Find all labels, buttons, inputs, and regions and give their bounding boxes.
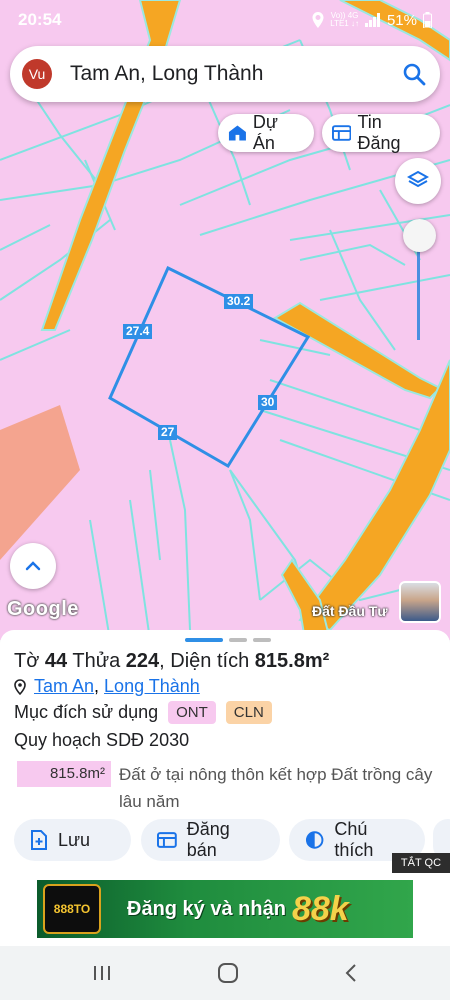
sheet-handle[interactable] [185,638,271,642]
house-icon [228,125,246,141]
ad-text: Đăng ký và nhận [127,897,286,920]
sheet-page-indicator [253,638,271,642]
recent-apps-icon[interactable] [92,964,112,982]
user-avatar[interactable]: Vu [22,59,52,89]
hide-ads-button[interactable]: TẮT QC [392,853,450,873]
district-link[interactable]: Long Thành [104,676,200,696]
listing-icon [332,125,352,141]
zone-salmon [0,405,80,560]
status-bar: 20:54 Vo)) 4G LTE1 ↓↑ 51% [0,0,450,40]
signal-icon [364,13,380,27]
brand-avatar[interactable] [399,581,441,623]
search-bar[interactable]: Vu Tam An, Long Thành [10,46,440,102]
ad-amount: 88k [291,889,349,928]
purpose-tag-cln: CLN [225,701,272,724]
purpose-label: Mục đích sử dụng [14,702,159,722]
purpose-tag-ont: ONT [168,701,216,724]
location-icon [312,12,324,28]
battery-icon [423,12,432,28]
network-indicator: Vo)) 4G LTE1 ↓↑ [330,12,359,28]
status-time: 20:54 [18,10,62,29]
parcel-area: 815.8m² [254,650,330,672]
network-bottom-text: LTE1 ↓↑ [330,19,359,28]
edge-length-left: 27.4 [123,324,153,339]
system-nav-bar [0,946,450,1000]
plot-number: 224 [125,650,160,672]
status-indicators: Vo)) 4G LTE1 ↓↑ 51% [312,12,432,29]
opacity-slider-track[interactable] [417,240,420,340]
sheet-page-indicator [229,638,247,642]
opacity-slider-handle[interactable] [403,219,436,252]
brand-label: Đất Đầu Tư [312,603,388,619]
google-attribution: Google [7,598,79,620]
selected-parcel-outline[interactable] [108,265,311,469]
home-icon[interactable] [217,962,239,984]
listings-chip-label: Tin Đăng [357,112,401,153]
location-separator: , [94,676,105,696]
chevron-up-icon [25,561,41,571]
expand-up-button[interactable] [10,543,56,589]
land-use-purpose: Mục đích sử dụng ONT CLN [14,701,272,724]
ad-creative[interactable]: 888TO Đăng ký và nhận 88k [37,880,413,938]
save-button-label: Lưu [58,829,91,850]
area-prefix: , Diện tích [159,650,250,672]
location-pin-icon [14,678,26,695]
edge-length-top: 30.2 [224,294,254,309]
listings-chip[interactable]: Tin Đăng [322,112,440,153]
listing-icon [157,832,177,848]
plan-heading: Quy hoạch SDĐ 2030 [14,730,190,750]
plan-description: Đất ở tại nông thôn kết hợp Đất trồng câ… [119,765,433,811]
layers-icon [407,170,429,188]
search-input[interactable]: Tam An, Long Thành [70,62,402,86]
plan-area-swatch: 815.8m² [17,761,111,787]
layers-button[interactable] [395,158,441,204]
parcel-title: Tờ 44 Thửa 224, Diện tích 815.8m² [14,650,329,673]
save-button[interactable]: Lưu [14,819,131,861]
post-sale-button-label: Đăng bán [186,819,230,860]
sheet-page-indicator-active [185,638,223,642]
sheet-number: 44 [44,650,68,672]
edge-length-right: 30 [258,395,278,410]
battery-percent: 51% [386,11,417,29]
post-sale-button[interactable]: Đăng bán [141,819,280,861]
contrast-icon [305,831,324,849]
save-icon [31,830,47,850]
ad-banner[interactable]: 888TO Đăng ký và nhận 88k [0,878,450,946]
sheet-prefix: Tờ [14,650,40,672]
projects-chip[interactable]: Dự Án [218,112,314,153]
parcel-location: Tam An, Long Thành [14,676,200,697]
commune-link[interactable]: Tam An [34,676,94,696]
ad-logo: 888TO [43,884,101,934]
plot-prefix: Thửa [72,650,121,672]
parcel-info-sheet: Tờ 44 Thửa 224, Diện tích 815.8m² Tam An… [0,630,450,878]
edge-length-bottom: 27 [158,425,178,440]
back-icon[interactable] [344,963,358,983]
projects-chip-label: Dự Án [252,112,278,153]
search-icon[interactable] [402,62,426,86]
